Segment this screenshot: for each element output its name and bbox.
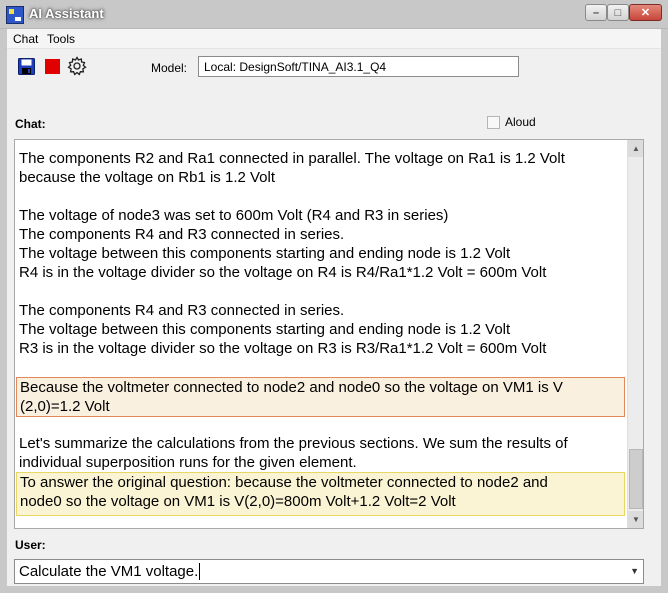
scroll-up-arrow-icon[interactable]: ▲ xyxy=(628,140,643,157)
save-button[interactable] xyxy=(15,55,37,77)
chat-content: The components R2 and Ra1 connected in p… xyxy=(15,140,627,528)
title-bar[interactable]: AI Assistant – □ ✕ xyxy=(0,0,668,29)
close-button[interactable]: ✕ xyxy=(629,4,662,21)
chat-line: node0 so the voltage on VM1 is V(2,0)=80… xyxy=(20,493,456,510)
chat-message: The components R2 and Ra1 connected in p… xyxy=(19,149,624,187)
scroll-down-arrow-icon[interactable]: ▼ xyxy=(628,511,643,528)
chat-scrollbar[interactable]: ▲ ▼ xyxy=(627,140,643,528)
model-field[interactable]: Local: DesignSoft/TINA_AI3.1_Q4 xyxy=(198,56,519,77)
app-icon xyxy=(6,6,24,24)
chat-line: The voltage between this components star… xyxy=(19,245,511,262)
aloud-label: Aloud xyxy=(505,115,536,129)
stop-icon xyxy=(44,58,60,74)
chat-line: The components R4 and R3 connected in se… xyxy=(19,226,345,243)
user-label: User: xyxy=(15,538,46,552)
chat-line: To answer the original question: because… xyxy=(20,474,548,491)
chat-line: The components R2 and Ra1 connected in p… xyxy=(19,150,565,167)
window-border-bottom xyxy=(0,586,668,593)
stop-button[interactable] xyxy=(41,55,63,77)
chat-message: The voltage of node3 was set to 600m Vol… xyxy=(19,206,624,282)
minimize-button[interactable]: – xyxy=(585,4,607,21)
chat-line: The components R4 and R3 connected in se… xyxy=(19,302,345,319)
chat-label: Chat: xyxy=(15,117,46,131)
chat-message: Let's summarize the calculations from th… xyxy=(19,434,624,472)
window-border-left xyxy=(0,29,7,593)
save-icon xyxy=(17,57,35,75)
scroll-thumb[interactable] xyxy=(629,449,643,509)
chat-line: (2,0)=1.2 Volt xyxy=(20,398,110,415)
window-border-right xyxy=(661,29,668,593)
highlighted-result-orange: Because the voltmeter connected to node2… xyxy=(16,377,625,417)
menu-bar: Chat Tools xyxy=(7,29,661,49)
chat-transcript[interactable]: The components R2 and Ra1 connected in p… xyxy=(14,139,644,529)
chat-line: Let's summarize the calculations from th… xyxy=(19,435,568,452)
chat-line: R4 is in the voltage divider so the volt… xyxy=(19,264,547,281)
highlighted-answer-yellow: To answer the original question: because… xyxy=(16,472,625,516)
chat-line: Because the voltmeter connected to node2… xyxy=(20,379,563,396)
aloud-checkbox-box[interactable] xyxy=(487,115,500,129)
menu-tools[interactable]: Tools xyxy=(47,32,75,46)
menu-chat[interactable]: Chat xyxy=(13,32,38,46)
user-input-combobox[interactable]: Calculate the VM1 voltage. ▼ xyxy=(14,559,644,584)
chat-message: The components R4 and R3 connected in se… xyxy=(19,301,624,358)
chat-line: because the voltage on Rb1 is 1.2 Volt xyxy=(19,169,276,186)
chat-line: The voltage between this components star… xyxy=(19,321,511,338)
maximize-button[interactable]: □ xyxy=(607,4,629,21)
chat-line: R3 is in the voltage divider so the volt… xyxy=(19,340,547,357)
user-input-text[interactable]: Calculate the VM1 voltage. xyxy=(19,563,201,580)
aloud-checkbox[interactable]: Aloud xyxy=(487,115,536,129)
settings-button[interactable] xyxy=(66,55,88,77)
settings-icon xyxy=(67,56,87,76)
chat-line: The voltage of node3 was set to 600m Vol… xyxy=(19,207,449,224)
model-label: Model: xyxy=(151,61,188,75)
window-title: AI Assistant xyxy=(29,6,104,21)
chat-line: individual superposition runs for the gi… xyxy=(19,454,357,471)
chevron-down-icon[interactable]: ▼ xyxy=(630,566,639,576)
